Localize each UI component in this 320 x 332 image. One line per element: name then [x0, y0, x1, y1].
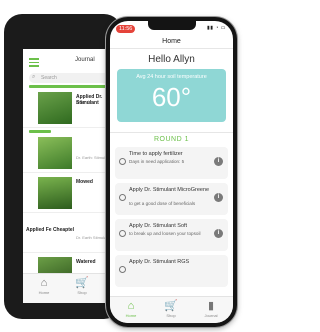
home-icon: ⌂	[40, 277, 48, 289]
task-checkbox[interactable]	[119, 194, 126, 201]
tab-journal[interactable]: ▮ Journal	[191, 300, 231, 318]
entry-title: Watered	[76, 259, 96, 265]
task-title: Apply Dr. Stimulant RGS	[129, 259, 190, 265]
round-header: ROUND 1	[110, 132, 233, 145]
tab-shop[interactable]: 🛒 Shop	[151, 300, 191, 318]
tab-bar: ⌂ Home 🛒 Shop ▮ Journal	[110, 296, 233, 323]
front-phone: 11:56 ▮▮ ◔ ▭ Home Hello Allyn Avg 24 hou…	[106, 17, 237, 327]
back-app-header: Journal	[23, 49, 117, 73]
phone-notch	[148, 21, 196, 30]
task-title: Time to apply fertilizer	[129, 151, 183, 157]
tab-home[interactable]: ⌂ Home	[111, 300, 151, 318]
tab-home[interactable]: ⌂ Home	[29, 277, 59, 295]
page-title: Home	[110, 38, 233, 49]
task-checkbox[interactable]	[119, 230, 126, 237]
menu-icon[interactable]	[29, 58, 39, 69]
journal-icon: ▮	[207, 300, 215, 312]
back-tab-bar: ⌂ Home 🛒 Shop	[23, 273, 117, 303]
task-card[interactable]: Apply Dr. Stimulant RGS	[115, 255, 228, 287]
journal-entry[interactable]: Dr. Earth: Stimulant	[23, 133, 117, 173]
entry-photo	[38, 92, 72, 124]
task-card[interactable]: Apply Dr. Stimulant Soft to break up and…	[115, 219, 228, 251]
cart-icon: 🛒	[75, 277, 89, 289]
task-description: Days in need application: 5	[129, 159, 185, 164]
task-description: to break up and loosen your topsoil	[129, 231, 201, 236]
task-checkbox[interactable]	[119, 266, 126, 273]
greeting: Hello Allyn	[148, 54, 195, 65]
entry-title: Mowed	[76, 179, 93, 185]
tab-shop[interactable]: 🛒 Shop	[67, 277, 97, 295]
tab-label: Home	[125, 313, 137, 318]
info-icon[interactable]: i	[214, 157, 223, 166]
tab-label: Home	[38, 290, 50, 295]
task-checkbox[interactable]	[119, 158, 126, 165]
tab-label: Journal	[204, 313, 218, 318]
temperature-value: 60°	[151, 82, 192, 112]
soil-temperature-card: Avg 24 hour soil temperature 60°	[117, 69, 226, 122]
tab-label: Shop	[166, 313, 176, 318]
entry-meta: Dr. Earth Stimulant	[76, 235, 110, 240]
tab-label: Shop	[77, 290, 87, 295]
entry-photo	[38, 137, 72, 169]
cart-icon: 🛒	[164, 300, 178, 312]
back-phone-screen: Journal ⌕ Search Applied Dr. Stimulant R…	[23, 49, 117, 303]
entry-title: Applied Fe Cheaptel	[26, 227, 75, 233]
search-icon: ⌕	[32, 74, 36, 80]
front-phone-screen: 11:56 ▮▮ ◔ ▭ Home Hello Allyn Avg 24 hou…	[110, 21, 233, 323]
search-placeholder: Search	[41, 75, 57, 81]
journal-entry[interactable]: Applied Fe Cheaptel Dr. Earth Stimulant	[23, 213, 117, 253]
entry-photo	[38, 177, 72, 209]
home-icon: ⌂	[127, 300, 135, 312]
info-icon[interactable]: i	[214, 229, 223, 238]
task-title: Apply Dr. Stimulant MicroGreene	[129, 187, 210, 193]
task-card[interactable]: Apply Dr. Stimulant MicroGreene to get a…	[115, 183, 228, 215]
back-phone: Journal ⌕ Search Applied Dr. Stimulant R…	[4, 14, 122, 319]
temperature-label: Avg 24 hour soil temperature	[136, 74, 207, 80]
task-card[interactable]: Time to apply fertilizer Days in need ap…	[115, 147, 228, 179]
journal-entry[interactable]: Mowed	[23, 173, 117, 213]
status-bar: 11:56 ▮▮ ◔ ▭	[110, 21, 233, 38]
task-description: to get a good dose of beneficials	[129, 201, 196, 206]
back-page-title: Journal	[75, 57, 95, 63]
signal-battery-icon: ▮▮ ◔ ▭	[206, 25, 226, 31]
info-icon[interactable]: i	[214, 193, 223, 202]
entry-subtitle: Round 1	[76, 100, 94, 105]
status-time: 11:56	[116, 25, 136, 33]
search-input[interactable]: ⌕ Search	[29, 73, 111, 83]
journal-entry[interactable]: Applied Dr. Stimulant Round 1	[23, 88, 117, 128]
task-title: Apply Dr. Stimulant Soft	[129, 223, 188, 229]
